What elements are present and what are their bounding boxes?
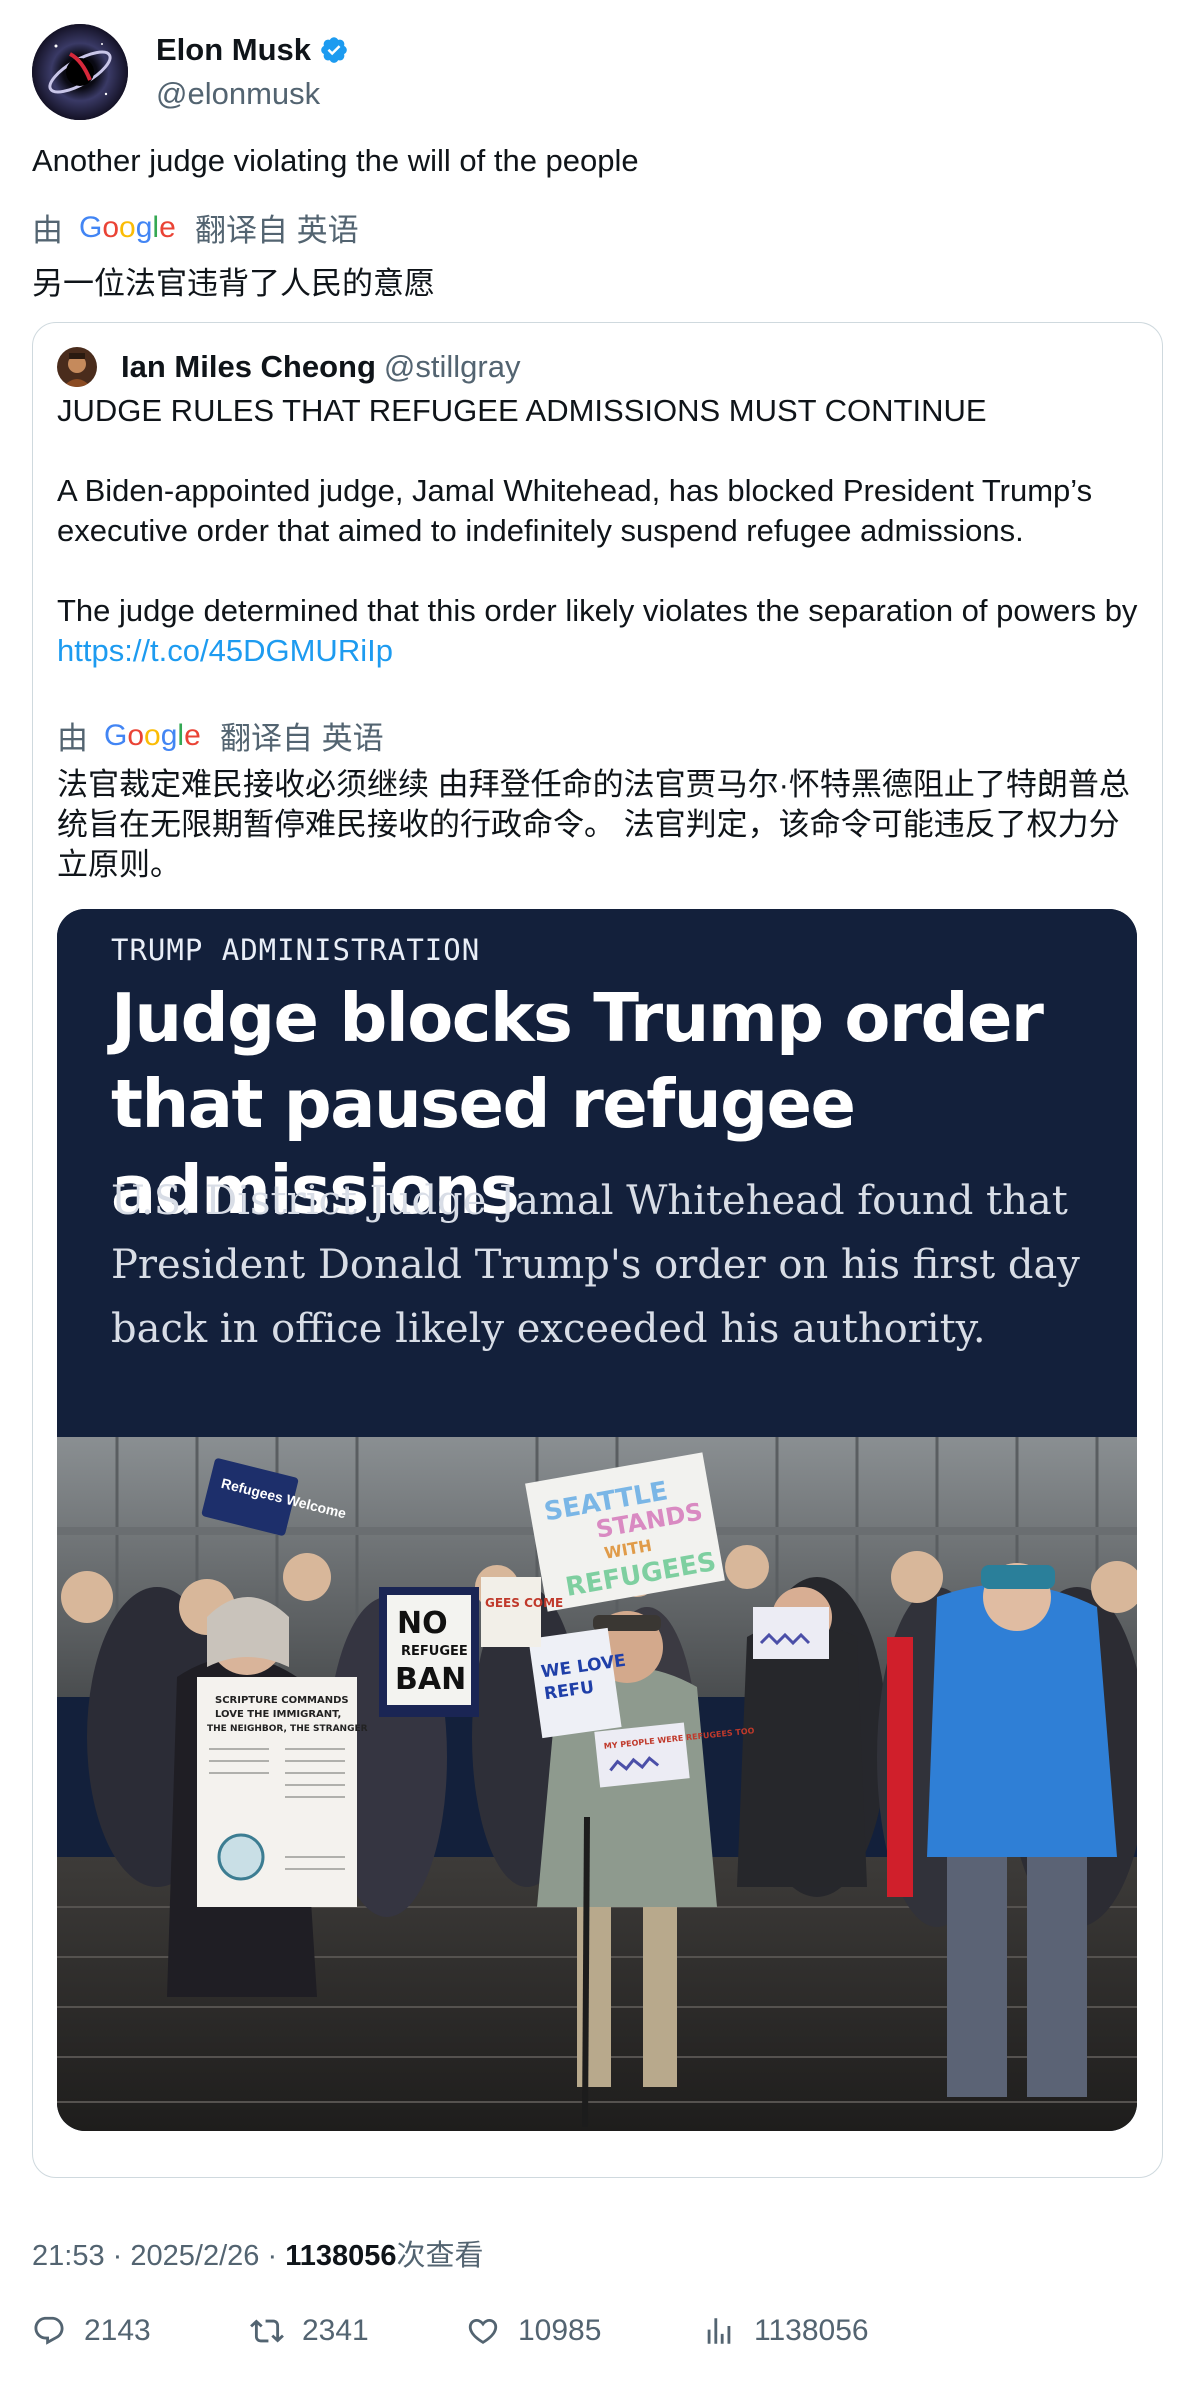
repost-count: 2341	[302, 2314, 369, 2347]
sign-no-refugee-ban: NO REFUGEE BAN	[379, 1587, 479, 1717]
tweet-header: Elon Musk @elonmusk	[32, 24, 349, 120]
google-logo-icon: Google	[79, 211, 175, 244]
reply-icon	[34, 2316, 64, 2345]
quoted-translation-attribution: 由 Google 翻译自 英语	[57, 713, 384, 758]
sign-scripture-line-1: SCRIPTURE COMMANDS	[215, 1695, 349, 1706]
quoted-translate-suffix: 翻译自 英语	[220, 721, 384, 756]
sign-my-people-2	[753, 1607, 829, 1659]
sign-my-people: MY PEOPLE WERE REFUGEES TOO	[594, 1722, 755, 1788]
meta-separator: ·	[267, 2240, 278, 2272]
tweet-text: Another judge violating the will of the …	[32, 143, 639, 178]
quoted-handle[interactable]: @stillgray	[384, 349, 521, 385]
views-suffix: 次查看	[396, 2240, 484, 2272]
quoted-paragraph: A Biden-appointed judge, Jamal Whitehead…	[57, 473, 1093, 548]
view-count: 1138056	[754, 2314, 869, 2347]
black-hole-avatar-icon	[32, 24, 128, 120]
quoted-translated-text: 法官裁定难民接收必须继续 由拜登任命的法官贾马尔·怀特黑德阻止了特朗普总统旨在无…	[57, 767, 1130, 882]
translation-attribution: 由 Google 翻译自 英语	[32, 205, 359, 250]
repost-icon	[250, 2319, 284, 2343]
quoted-display-name[interactable]: Ian Miles Cheong	[121, 349, 376, 385]
sign-no-ban-line-1: NO	[397, 1606, 448, 1641]
article-card-header: TRUMP ADMINISTRATION Judge blocks Trump …	[57, 909, 1137, 1437]
translate-suffix: 翻译自 英语	[195, 213, 359, 248]
quoted-paragraph-last: The judge determined that this order lik…	[57, 591, 1147, 671]
tweet-view-count: 1138056	[285, 2240, 397, 2272]
sign-scripture-line-3: THE NEIGHBOR, THE STRANGER	[207, 1724, 368, 1734]
tweet-date[interactable]: 2025/2/26	[130, 2240, 259, 2272]
tweet-translated-text: 另一位法官违背了人民的意愿	[32, 266, 435, 301]
sign-no-ban-line-3: BAN	[395, 1662, 466, 1697]
quoted-media-card[interactable]: TRUMP ADMINISTRATION Judge blocks Trump …	[57, 909, 1137, 2131]
tweet-time[interactable]: 21:53	[32, 2240, 105, 2272]
heart-icon	[468, 2318, 498, 2344]
translate-prefix: 由	[32, 213, 63, 248]
sign-scripture: SCRIPTURE COMMANDS LOVE THE IMMIGRANT, T…	[197, 1677, 368, 1907]
quoted-avatar[interactable]	[57, 347, 97, 387]
quoted-paragraph: JUDGE RULES THAT REFUGEE ADMISSIONS MUST…	[57, 393, 987, 428]
quoted-translate-prefix: 由	[57, 721, 88, 756]
protest-photo: Refugees Welcome SEATTLE STANDS WITH REF…	[57, 1437, 1137, 2131]
google-wordmark: Google	[104, 719, 200, 752]
author-avatar[interactable]	[32, 24, 128, 120]
sign-welcome-partial-text: GEES COME	[485, 1596, 563, 1610]
quoted-link[interactable]: https://t.co/45DGMURiIp	[57, 633, 393, 668]
reply-button[interactable]: 2143	[32, 2314, 151, 2348]
sign-scripture-line-2: LOVE THE IMMIGRANT,	[215, 1709, 341, 1720]
quoted-tweet[interactable]: Ian Miles Cheong @stillgray JUDGE RULES …	[32, 322, 1163, 2178]
repost-button[interactable]: 2341	[250, 2314, 369, 2348]
author-name-row: Elon Musk	[156, 32, 349, 68]
meta-separator: ·	[112, 2240, 123, 2272]
reply-count: 2143	[84, 2314, 151, 2347]
views-button[interactable]: 1138056	[702, 2314, 869, 2348]
like-count: 10985	[518, 2314, 602, 2347]
author-name-block: Elon Musk @elonmusk	[156, 32, 349, 112]
cane	[582, 1816, 590, 2128]
quoted-last-text: The judge determined that this order lik…	[57, 593, 1138, 628]
article-dek: U.S. District Judge Jamal Whitehead foun…	[111, 1178, 1080, 1352]
tweet-meta: 21:53 · 2025/2/26 · 1138056次查看	[32, 2232, 484, 2274]
portrait-avatar-icon	[57, 347, 97, 387]
sign-no-ban-line-2: REFUGEE	[401, 1644, 468, 1659]
verified-badge-icon	[321, 37, 347, 63]
author-display-name[interactable]: Elon Musk	[156, 32, 311, 68]
quoted-body: JUDGE RULES THAT REFUGEE ADMISSIONS MUST…	[57, 391, 1147, 711]
author-handle[interactable]: @elonmusk	[156, 76, 349, 112]
google-wordmark: Google	[79, 211, 175, 244]
quoted-header: Ian Miles Cheong @stillgray	[57, 347, 520, 387]
google-logo-icon: Google	[104, 719, 200, 752]
article-kicker: TRUMP ADMINISTRATION	[111, 933, 481, 967]
action-bar: 2143 2341 10985 1138056	[32, 2314, 1162, 2358]
analytics-icon	[707, 2318, 731, 2344]
like-button[interactable]: 10985	[466, 2314, 601, 2348]
